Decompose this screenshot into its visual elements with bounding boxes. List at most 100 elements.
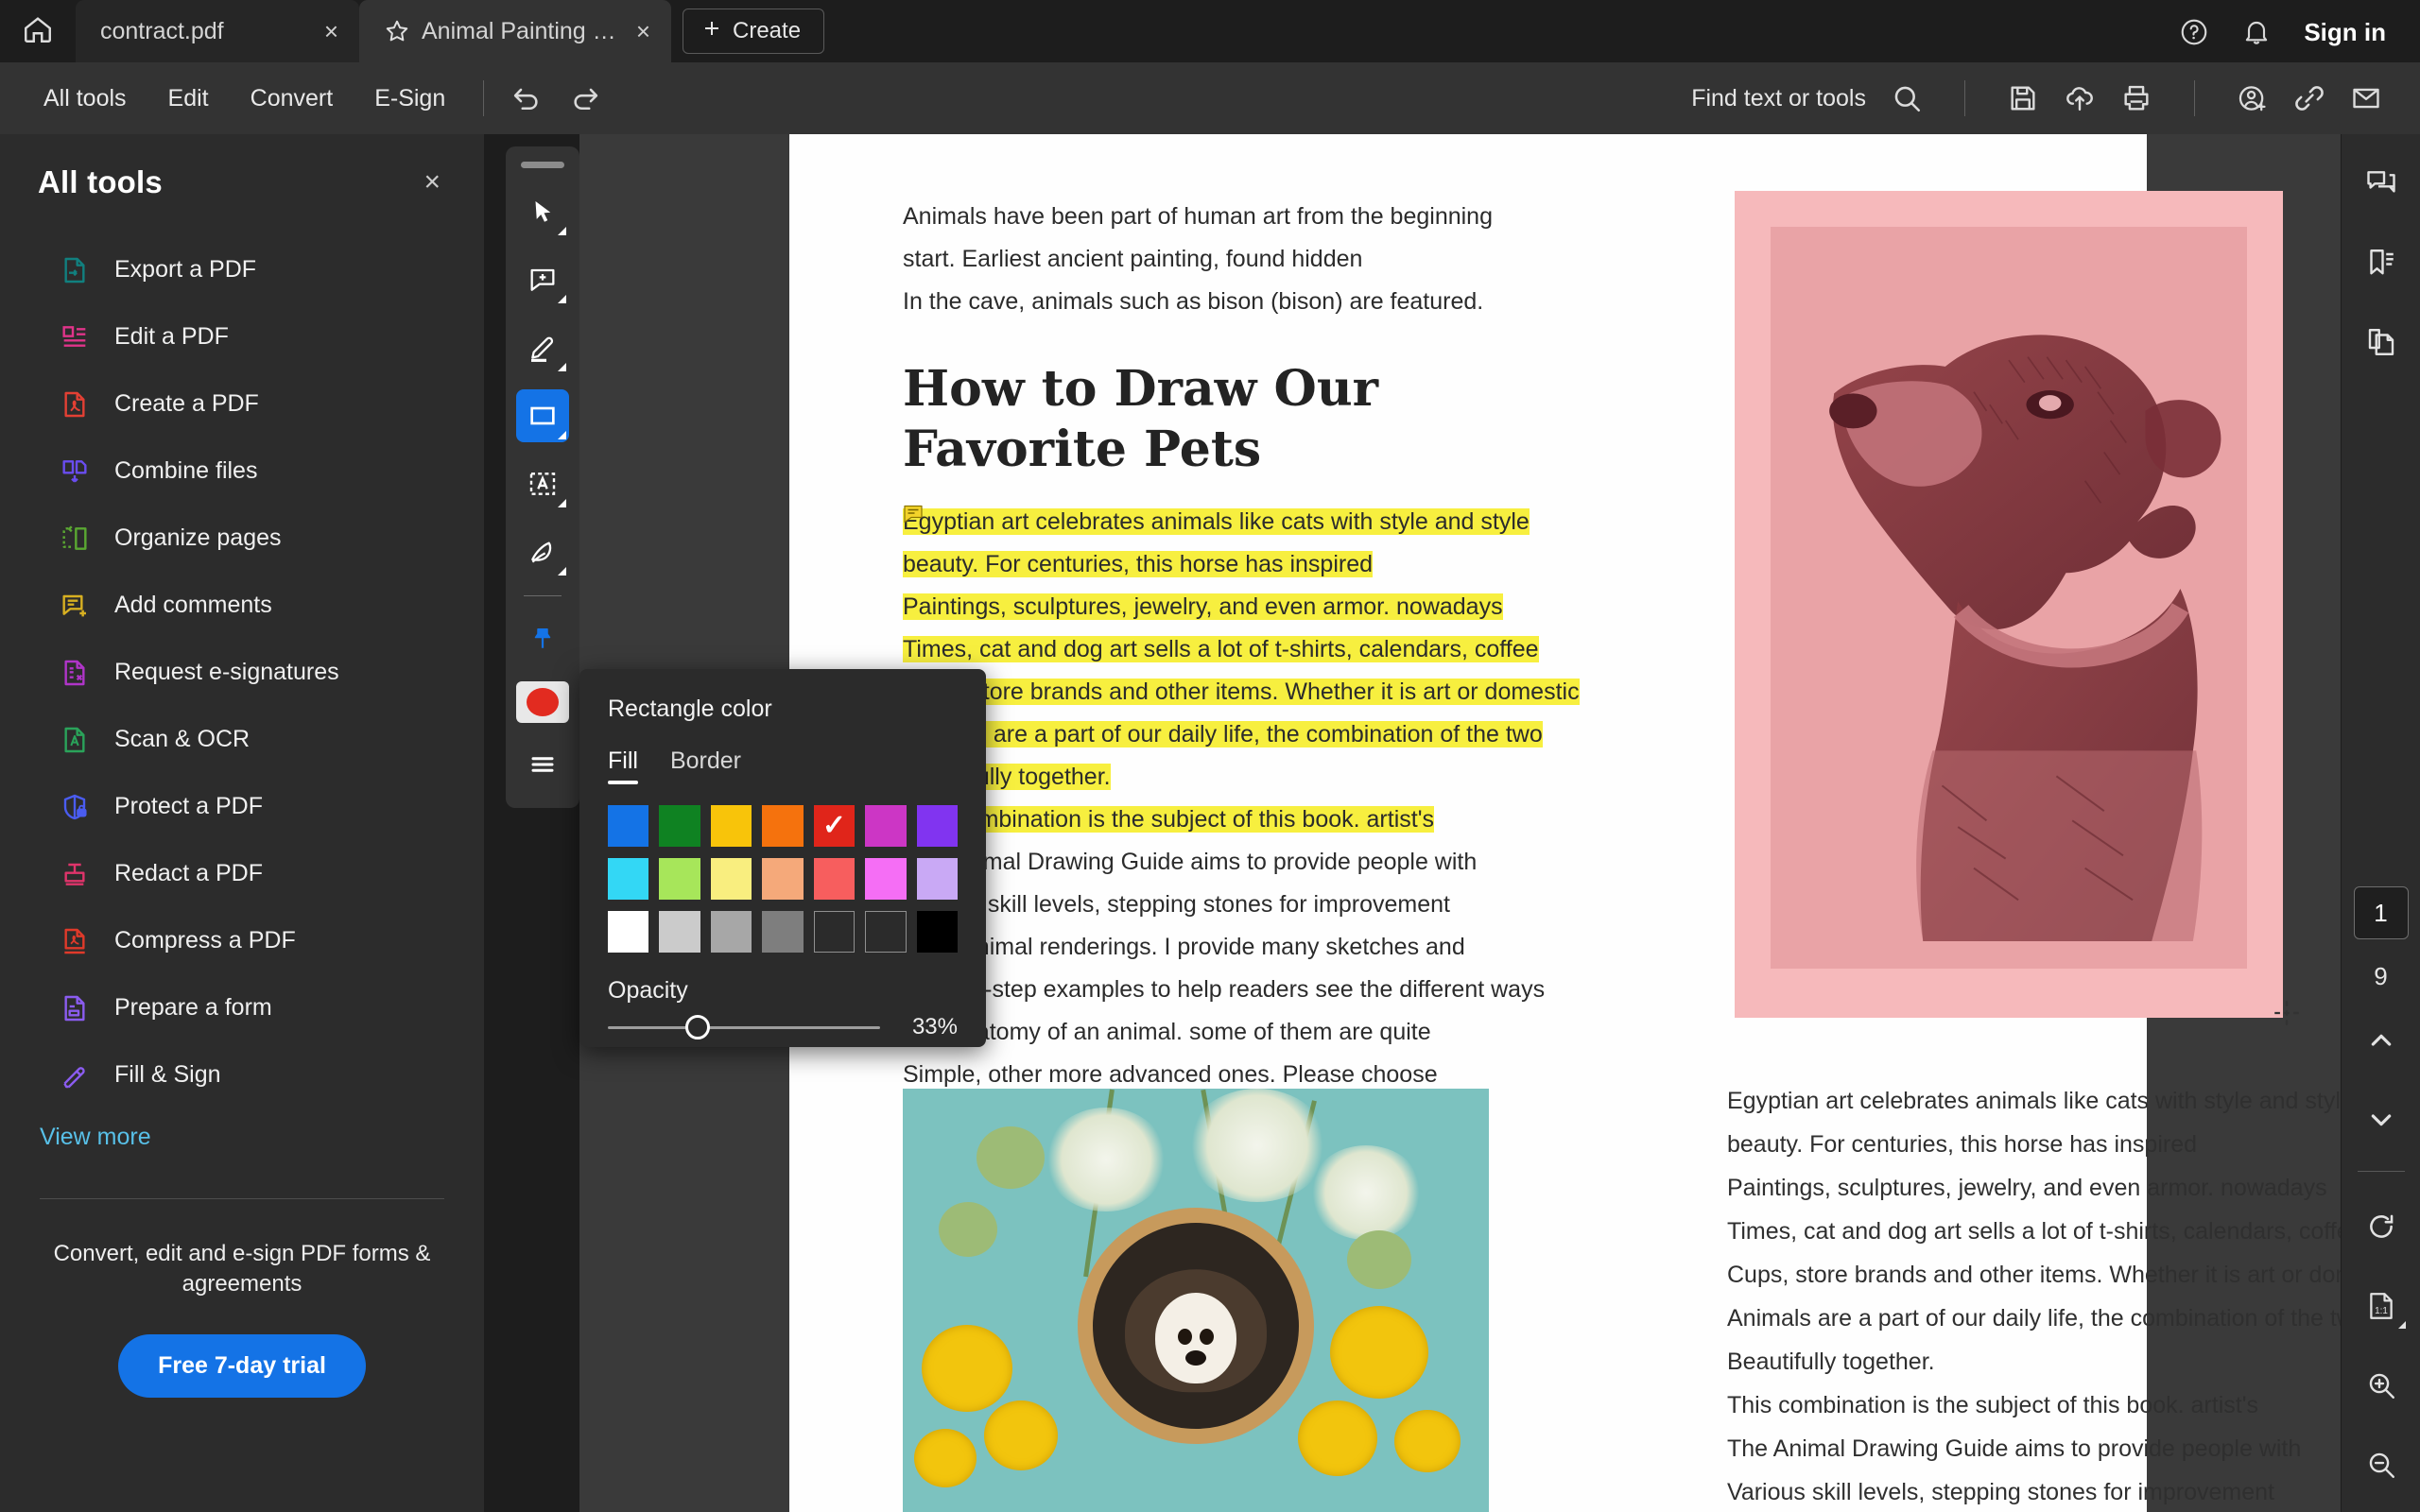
select-cursor-tool[interactable] <box>516 185 569 238</box>
sidebar-item-fill-and-sign[interactable]: Fill & Sign <box>0 1041 484 1108</box>
color-swatch-green[interactable] <box>659 805 700 847</box>
home-icon <box>22 13 54 50</box>
color-swatch-light-orange[interactable] <box>762 858 804 900</box>
resize-handle-icon[interactable] <box>2271 997 2303 1029</box>
color-swatch-red-selected[interactable]: ✓ <box>813 805 856 847</box>
sidebar-item-request-e-signatures[interactable]: Request e-signatures <box>0 639 484 706</box>
comments-panel-icon[interactable] <box>2351 153 2411 214</box>
undo-arrow-icon[interactable] <box>510 82 543 114</box>
color-swatch-light-gray[interactable] <box>659 911 700 953</box>
text-line: beauty. For centuries, this horse has in… <box>1727 1131 2198 1158</box>
fit-one-to-one-icon[interactable]: 1:1 <box>2351 1276 2411 1336</box>
color-swatch-light-magenta[interactable] <box>865 858 907 900</box>
view-more-link[interactable]: View more <box>0 1108 484 1151</box>
sidebar-item-organize-pages[interactable]: Organize pages <box>0 505 484 572</box>
acrobat-window: contract.pdf × Animal Painting Skills...… <box>0 0 2420 1512</box>
protect-pdf-icon <box>59 791 91 823</box>
previous-page-button[interactable] <box>2351 1010 2411 1071</box>
sign-in-button[interactable]: Sign in <box>2304 18 2386 47</box>
close-icon[interactable]: × <box>636 19 650 43</box>
close-icon[interactable]: × <box>324 19 338 43</box>
opacity-slider-knob[interactable] <box>685 1015 711 1040</box>
sidebar-item-compress-a-pdf[interactable]: Compress a PDF <box>0 907 484 974</box>
drag-handle[interactable] <box>521 162 564 168</box>
page-number-input[interactable]: 1 <box>2353 886 2409 939</box>
create-button[interactable]: Create <box>683 9 825 54</box>
save-icon[interactable] <box>2007 82 2039 114</box>
search-icon[interactable] <box>1891 82 1923 114</box>
color-swatch-white[interactable] <box>608 911 649 953</box>
sidebar-item-prepare-a-form[interactable]: Prepare a form <box>0 974 484 1041</box>
color-swatch-yellow[interactable] <box>710 805 752 847</box>
draw-pen-tool[interactable] <box>516 525 569 578</box>
page-thumbnails-icon[interactable] <box>2351 312 2411 372</box>
home-button[interactable] <box>0 0 76 62</box>
dog-sketch-pink-image[interactable] <box>1735 191 2283 1018</box>
notification-bell-icon[interactable] <box>2241 17 2272 47</box>
sidebar-item-redact-a-pdf[interactable]: Redact a PDF <box>0 840 484 907</box>
sidebar-item-edit-a-pdf[interactable]: Edit a PDF <box>0 303 484 370</box>
zoom-out-icon[interactable] <box>2351 1435 2411 1495</box>
redo-arrow-icon[interactable] <box>569 82 601 114</box>
menu-edit[interactable]: Edit <box>147 62 230 134</box>
rectangle-tool[interactable] <box>516 389 569 442</box>
color-swatch-light-green[interactable] <box>659 858 700 900</box>
cloud-upload-icon[interactable] <box>2064 82 2096 114</box>
add-comment-tool[interactable] <box>516 253 569 306</box>
divider <box>524 595 562 596</box>
menu-all-tools[interactable]: All tools <box>23 62 147 134</box>
color-swatch-light-purple[interactable] <box>916 858 958 900</box>
free-trial-button[interactable]: Free 7-day trial <box>118 1333 366 1398</box>
text-line: beauty. For centuries, this horse has in… <box>903 543 1489 586</box>
stamp-pin-tool[interactable] <box>516 613 569 666</box>
tab-animal-painting-skills[interactable]: Animal Painting Skills.... × <box>359 0 671 62</box>
color-swatch-darker-gray[interactable] <box>813 911 856 953</box>
organize-pages-icon <box>59 523 91 555</box>
close-icon[interactable]: × <box>424 166 441 198</box>
color-swatch-purple[interactable] <box>916 805 958 847</box>
comment-marker-icon[interactable] <box>901 503 925 530</box>
find-text-or-tools-label[interactable]: Find text or tools <box>1691 85 1866 112</box>
highlighter-tool[interactable] <box>516 321 569 374</box>
popup-tabs: Fill Border <box>608 747 958 784</box>
add-person-icon[interactable] <box>2237 82 2269 114</box>
menu-convert[interactable]: Convert <box>230 62 354 134</box>
zoom-in-icon[interactable] <box>2351 1355 2411 1416</box>
color-swatch-gray[interactable] <box>710 911 752 953</box>
embroidery-flowers-dog-image[interactable] <box>903 1089 1489 1512</box>
yellow-flower <box>1330 1306 1428 1399</box>
tab-contract-pdf[interactable]: contract.pdf × <box>76 0 359 62</box>
color-swatch-orange[interactable] <box>762 805 804 847</box>
sidebar-item-label: Prepare a form <box>114 994 272 1021</box>
sidebar-item-combine-files[interactable]: Combine files <box>0 438 484 505</box>
sidebar-item-add-comments[interactable]: Add comments <box>0 572 484 639</box>
tab-border[interactable]: Border <box>670 747 741 784</box>
color-swatch-magenta[interactable] <box>865 805 907 847</box>
sidebar-item-export-a-pdf[interactable]: Export a PDF <box>0 236 484 303</box>
color-swatch-blue[interactable] <box>608 805 649 847</box>
next-page-button[interactable] <box>2351 1090 2411 1150</box>
annotation-color-swatch[interactable] <box>516 681 569 723</box>
print-icon[interactable] <box>2120 82 2152 114</box>
color-swatch-light-red[interactable] <box>813 858 856 900</box>
color-swatch-dark-gray[interactable] <box>762 911 804 953</box>
color-swatch-near-black[interactable] <box>865 911 907 953</box>
dog-face <box>1155 1292 1236 1383</box>
rotate-icon[interactable] <box>2351 1196 2411 1257</box>
sidebar-item-create-a-pdf[interactable]: Create a PDF <box>0 370 484 438</box>
text-box-tool[interactable] <box>516 457 569 510</box>
menu-e-sign[interactable]: E-Sign <box>354 62 466 134</box>
sidebar-item-protect-a-pdf[interactable]: Protect a PDF <box>0 773 484 840</box>
opacity-slider[interactable] <box>608 1015 880 1040</box>
tab-fill[interactable]: Fill <box>608 747 638 784</box>
link-icon[interactable] <box>2293 82 2325 114</box>
more-lines-icon[interactable] <box>516 738 569 791</box>
bookmarks-panel-icon[interactable] <box>2351 232 2411 293</box>
color-swatch-light-yellow[interactable] <box>710 858 752 900</box>
color-swatch-cyan[interactable] <box>608 858 649 900</box>
email-icon[interactable] <box>2350 82 2382 114</box>
sidebar-item-label: Add comments <box>114 592 272 618</box>
sidebar-item-scan-and-ocr[interactable]: Scan & OCR <box>0 706 484 773</box>
color-swatch-black[interactable] <box>916 911 958 953</box>
help-circle-icon[interactable] <box>2179 17 2209 47</box>
